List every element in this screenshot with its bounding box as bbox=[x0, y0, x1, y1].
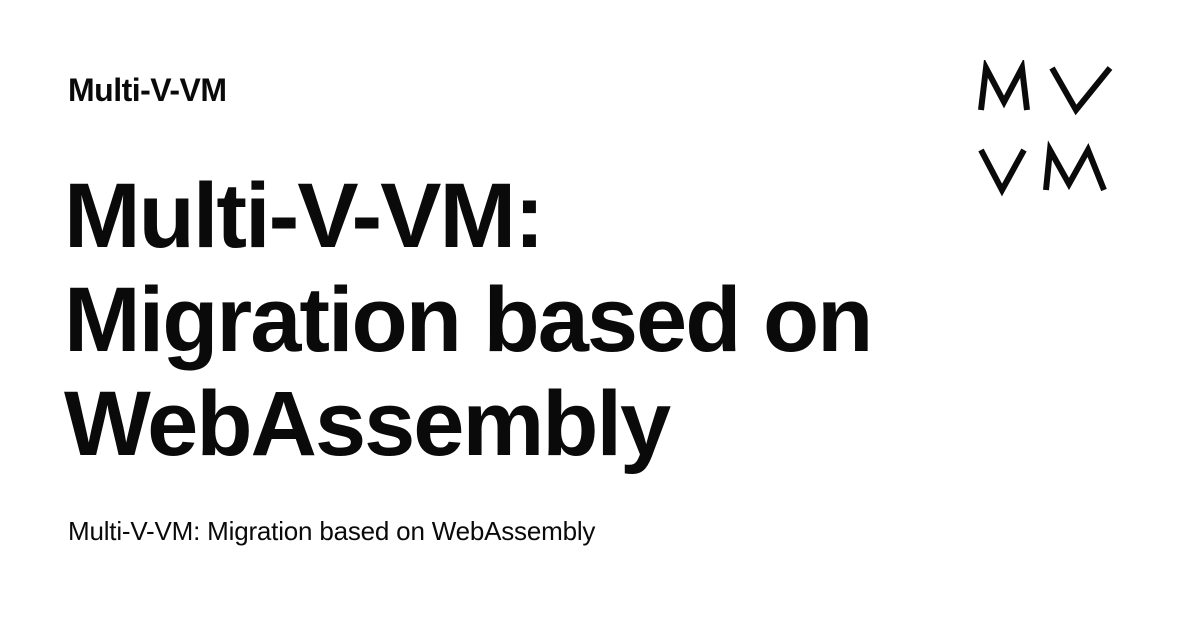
logo-letter-m-bottom bbox=[1043, 140, 1107, 192]
title-line-3: WebAssembly bbox=[64, 373, 671, 475]
mv-vm-logo-icon bbox=[978, 60, 1113, 197]
logo-letter-m-top bbox=[978, 60, 1030, 111]
logo-letter-v-top bbox=[1049, 66, 1113, 116]
title-line-2: Migration based on bbox=[64, 269, 873, 371]
title-line-1: Multi-V-VM: bbox=[64, 165, 545, 267]
logo-letter-v-bottom bbox=[978, 148, 1027, 197]
page-title: Multi-V-VM: Migration based on WebAssemb… bbox=[64, 164, 924, 476]
page-description: Multi-V-VM: Migration based on WebAssemb… bbox=[68, 516, 596, 546]
site-name: Multi-V-VM bbox=[68, 72, 227, 108]
